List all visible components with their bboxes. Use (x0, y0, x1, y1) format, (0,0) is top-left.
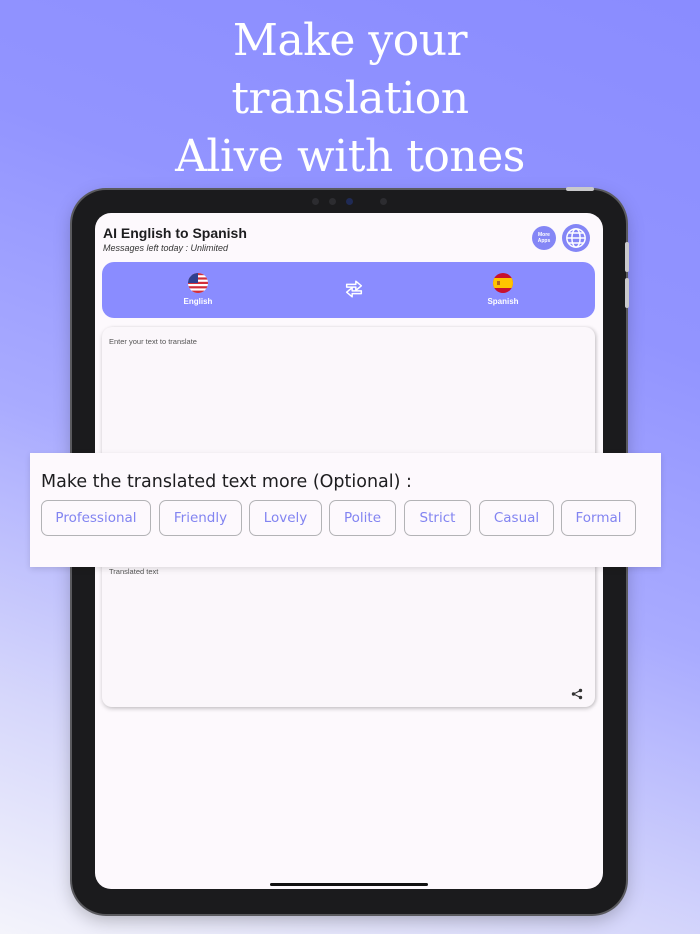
tone-chip-strict[interactable]: Strict (404, 500, 471, 536)
source-language-label: English (183, 297, 213, 306)
tone-chip-casual[interactable]: Casual (479, 500, 554, 536)
app-title: AI English to Spanish (103, 225, 247, 241)
power-button (566, 187, 594, 191)
headline-line-2: translation (231, 73, 469, 124)
swap-arrows-icon[interactable] (343, 278, 365, 300)
tone-selector-panel: Make the translated text more (Optional)… (30, 453, 661, 567)
language-selector-bar: English Spanish (102, 262, 595, 318)
tone-chip-friendly[interactable]: Friendly (159, 500, 242, 536)
tone-chip-professional[interactable]: Professional (41, 500, 151, 536)
us-flag-icon (188, 273, 208, 293)
headline: Make your translation Alive with tones (0, 12, 700, 186)
home-indicator (270, 883, 428, 886)
source-text-input[interactable]: Enter your text to translate (109, 337, 197, 346)
more-apps-button[interactable]: More Apps (532, 226, 556, 250)
messages-left-label: Messages left today : Unlimited (103, 243, 229, 253)
spain-flag-icon (493, 273, 513, 293)
sensor-dot (312, 198, 319, 205)
target-language-button[interactable]: Spanish (463, 273, 543, 306)
tone-label: Make the translated text more (Optional)… (41, 472, 412, 492)
sensor-dot (380, 198, 387, 205)
share-icon[interactable] (571, 685, 583, 700)
translated-text-output: Translated text (109, 567, 159, 576)
tone-chip-lovely[interactable]: Lovely (249, 500, 322, 536)
more-apps-label: More Apps (537, 232, 551, 244)
target-language-label: Spanish (487, 297, 519, 306)
volume-down-button (625, 278, 629, 308)
sensor-dot (329, 198, 336, 205)
headline-line-1: Make your (232, 15, 468, 66)
source-language-button[interactable]: English (158, 273, 238, 306)
globe-icon[interactable] (562, 224, 590, 252)
tone-chip-polite[interactable]: Polite (329, 500, 396, 536)
camera-icon (346, 198, 353, 205)
volume-up-button (625, 242, 629, 272)
headline-line-3: Alive with tones (175, 131, 525, 182)
tone-chip-formal[interactable]: Formal (561, 500, 636, 536)
